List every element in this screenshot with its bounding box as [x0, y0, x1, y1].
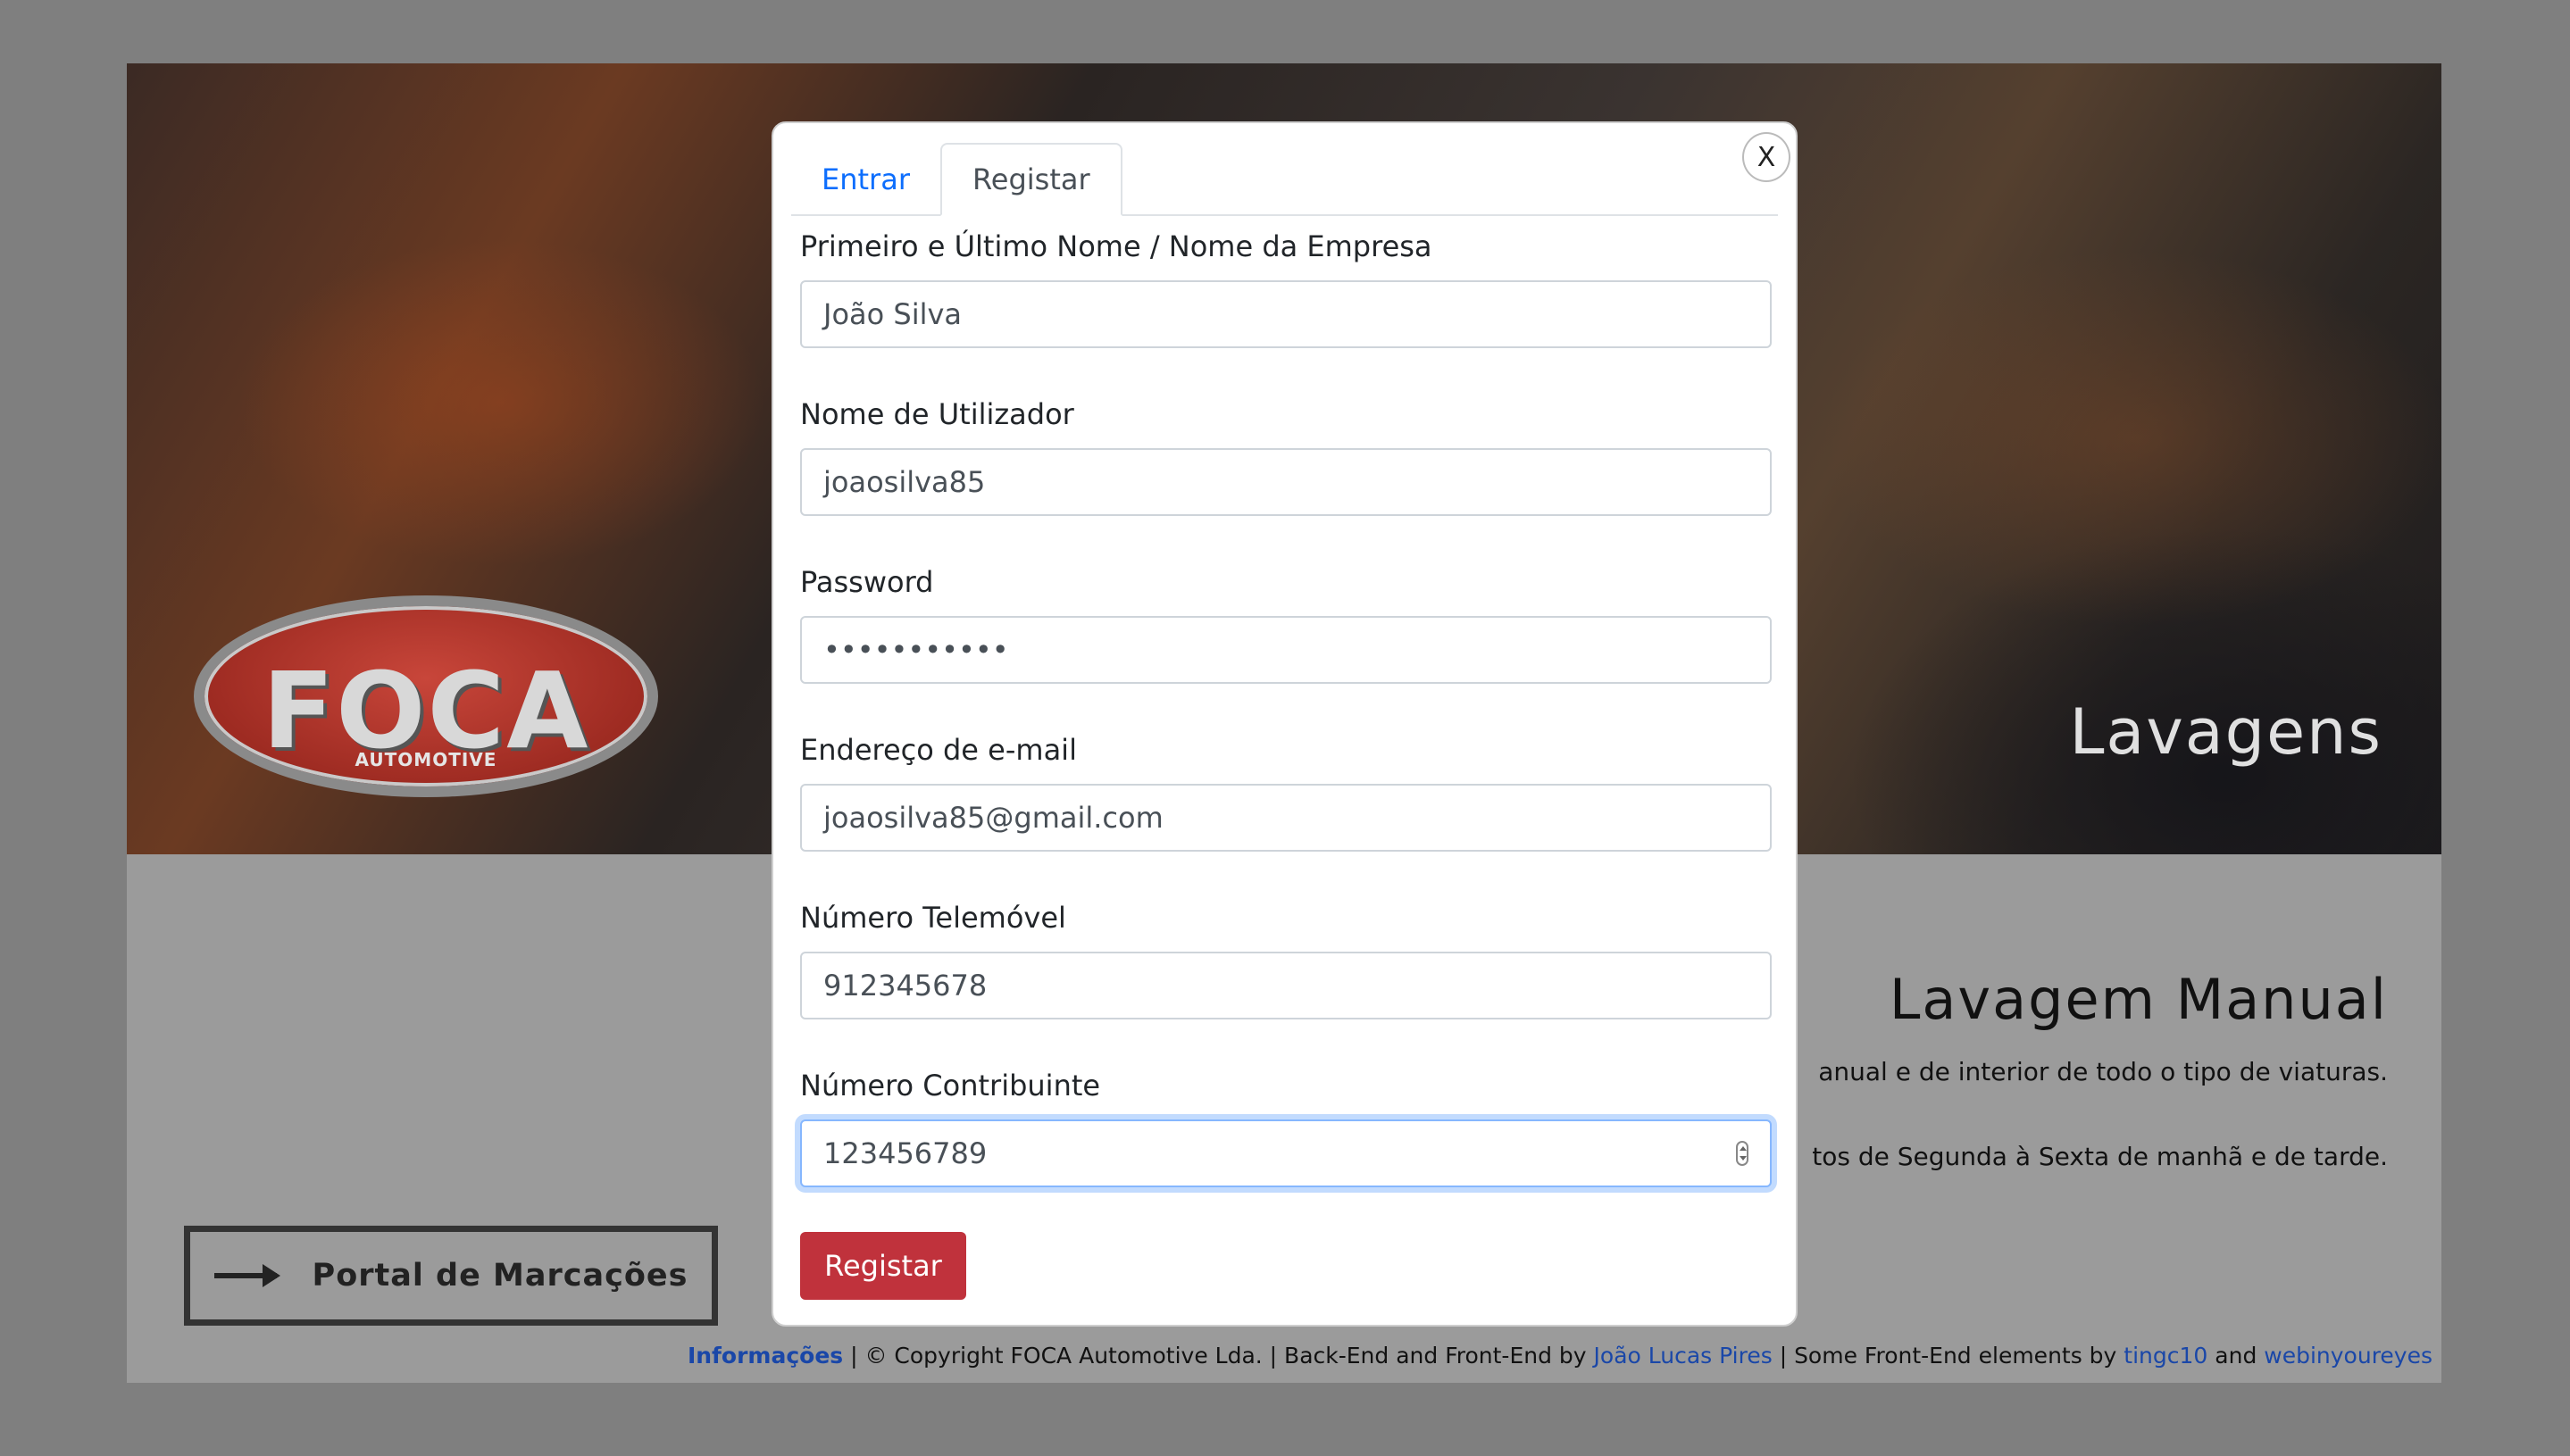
modal-tabs: Entrar Registar	[791, 143, 1778, 216]
section-paragraph: tos de Segunda à Sexta de manhã e de tar…	[1812, 1142, 2388, 1171]
phone-field-group: Número Telemóvel 912345678	[800, 900, 1772, 1068]
credit-link[interactable]: tingc10	[2124, 1343, 2207, 1369]
username-input[interactable]: joaosilva85	[800, 448, 1772, 516]
footer: Informações | © Copyright FOCA Automotiv…	[688, 1343, 2432, 1369]
portal-button[interactable]: Portal de Marcações	[184, 1226, 718, 1326]
author-link[interactable]: João Lucas Pires	[1594, 1343, 1773, 1369]
tab-entrar[interactable]: Entrar	[791, 143, 940, 216]
spinner-arrows-icon[interactable]	[1736, 1141, 1748, 1166]
password-field-group: Password •••••••••••	[800, 564, 1772, 732]
name-input[interactable]: João Silva	[800, 280, 1772, 348]
register-form: Primeiro e Último Nome / Nome da Empresa…	[800, 229, 1772, 1236]
register-modal: X Entrar Registar Primeiro e Último Nome…	[772, 121, 1798, 1327]
section-title: Lavagem Manual	[1889, 967, 2388, 1032]
phone-input[interactable]: 912345678	[800, 952, 1772, 1019]
foca-logo: FOCA AUTOMOTIVE	[194, 595, 658, 797]
username-field-group: Nome de Utilizador joaosilva85	[800, 396, 1772, 564]
tab-registar[interactable]: Registar	[939, 143, 1122, 216]
section-paragraph: anual e de interior de todo o tipo de vi…	[1818, 1057, 2388, 1086]
footer-text: | © Copyright FOCA Automotive Lda. | Bac…	[843, 1343, 1594, 1369]
register-button[interactable]: Registar	[800, 1232, 966, 1300]
tax-number-label: Número Contribuinte	[800, 1069, 1101, 1102]
password-label: Password	[800, 565, 934, 599]
tax-number-value: 123456789	[823, 1136, 988, 1170]
footer-text: | Some Front-End elements by	[1772, 1343, 2124, 1369]
credit-link[interactable]: webinyoureyes	[2264, 1343, 2432, 1369]
arrow-right-icon	[213, 1264, 280, 1287]
portal-button-label: Portal de Marcações	[312, 1258, 688, 1294]
username-label: Nome de Utilizador	[800, 397, 1074, 431]
tax-number-input[interactable]: 123456789	[800, 1119, 1772, 1187]
hero-title: Lavagens	[2069, 695, 2382, 769]
name-label: Primeiro e Último Nome / Nome da Empresa	[800, 229, 1432, 263]
info-link[interactable]: Informações	[688, 1343, 843, 1369]
phone-label: Número Telemóvel	[800, 901, 1066, 935]
logo-subtext: AUTOMOTIVE	[355, 749, 497, 770]
email-input[interactable]: joaosilva85@gmail.com	[800, 784, 1772, 852]
password-input[interactable]: •••••••••••	[800, 616, 1772, 684]
tax-number-field-group: Número Contribuinte 123456789	[800, 1068, 1772, 1236]
name-field-group: Primeiro e Último Nome / Nome da Empresa…	[800, 229, 1772, 396]
footer-text: and	[2207, 1343, 2265, 1369]
email-field-group: Endereço de e-mail joaosilva85@gmail.com	[800, 732, 1772, 900]
email-label: Endereço de e-mail	[800, 733, 1077, 767]
